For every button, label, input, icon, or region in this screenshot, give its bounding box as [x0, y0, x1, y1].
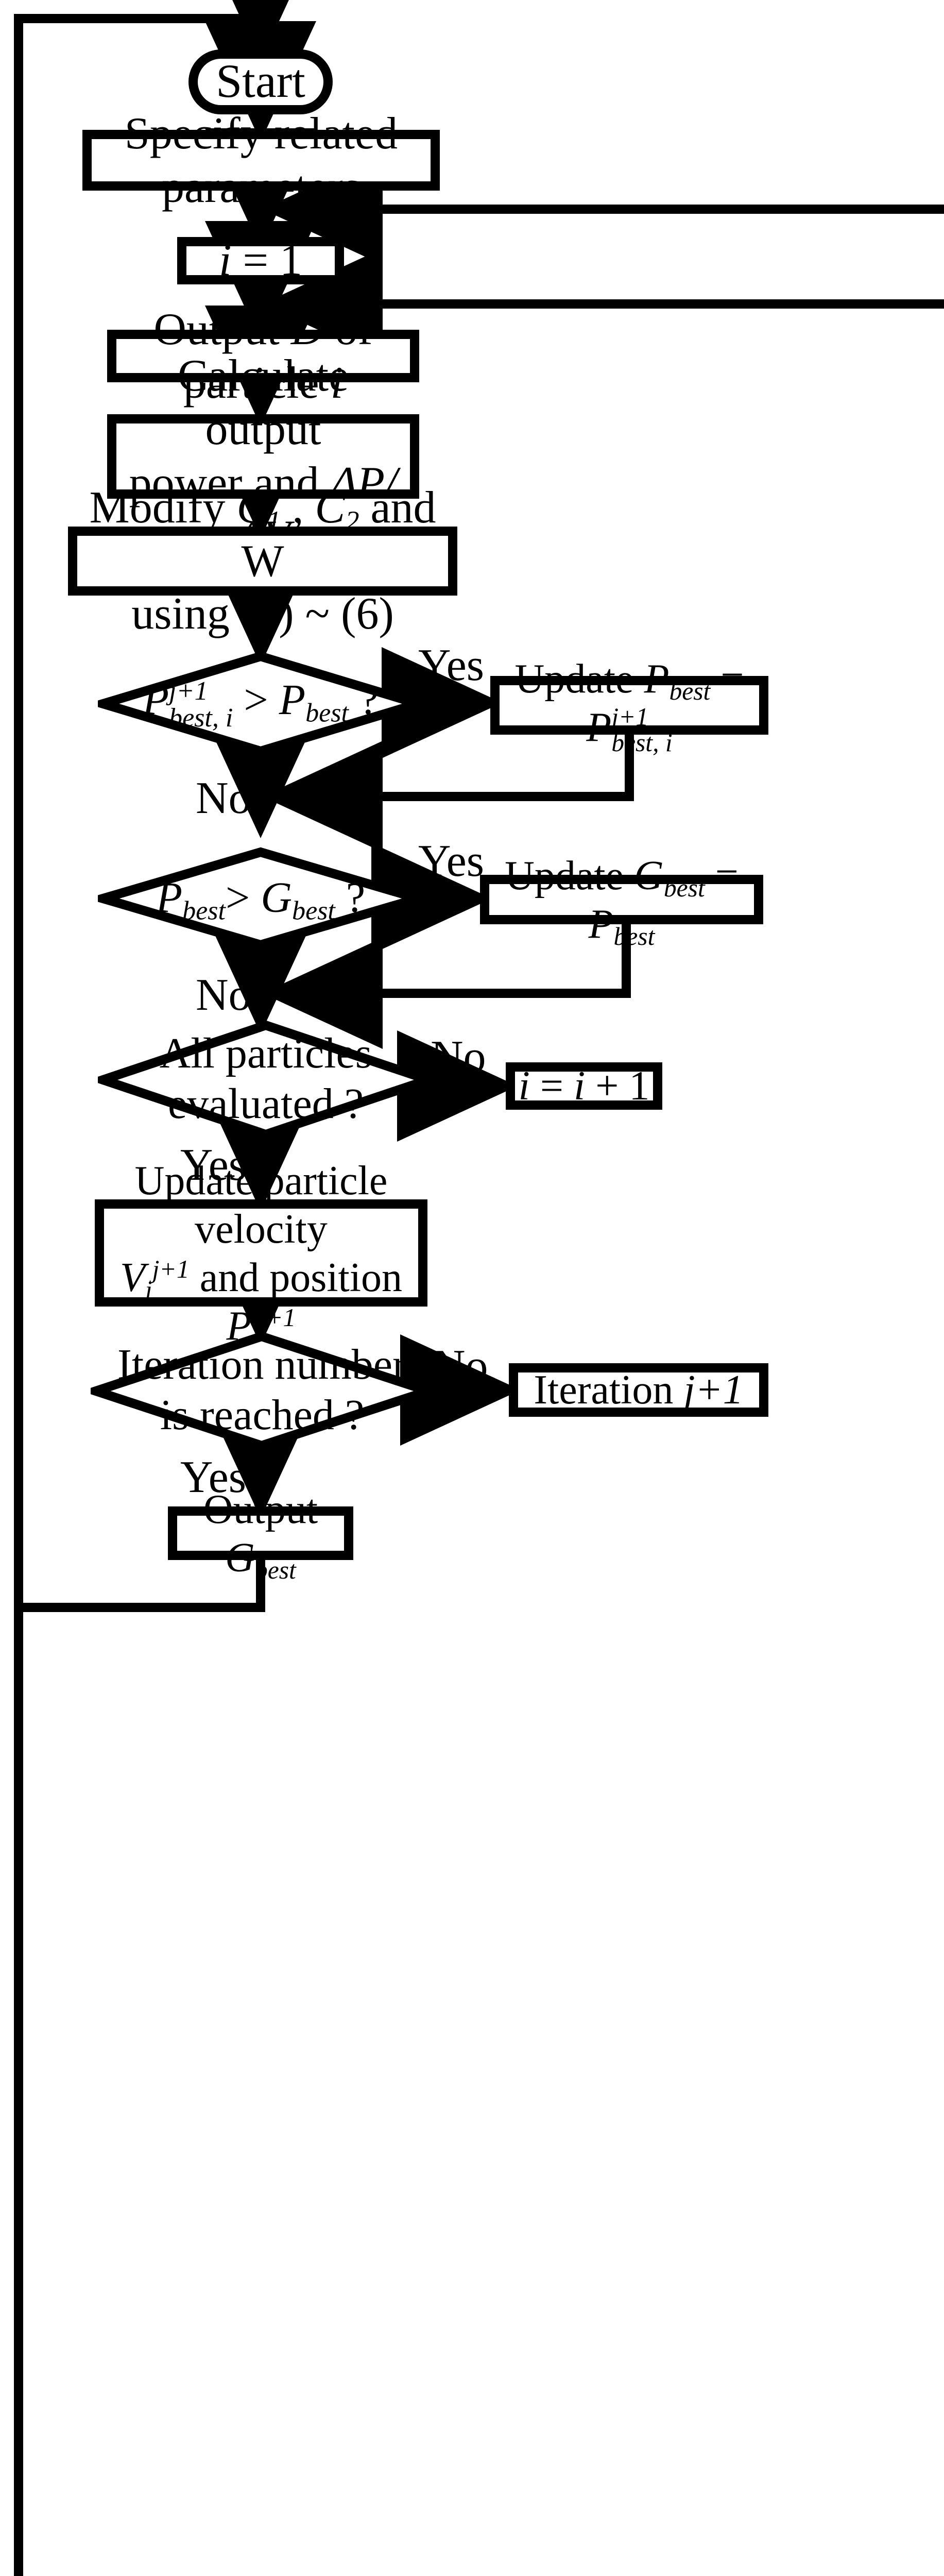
node-update-pbest: Update Pbest = Pj+1 best, i — [490, 655, 768, 756]
node-decision-pbest: Pj+1 best, i > Pbest ? — [98, 651, 423, 756]
edge-label-no-gbest: No — [196, 970, 251, 1020]
node-decision-pbest-label: Pj+1 best, i > Pbest ? — [142, 675, 379, 733]
node-specify-label: Specify related parameters — [124, 108, 398, 212]
node-output-gbest: Output Gbest — [168, 1486, 353, 1584]
edge-label-yes-all: Yes — [180, 1140, 247, 1190]
node-iteration-next: Iteration j+1 — [509, 1363, 768, 1417]
node-increment-i-label: i = i + 1 — [518, 1062, 650, 1109]
node-modify-coefficients: Modify C1 , C2 and W using (3) ~ (6) — [68, 482, 457, 639]
node-specify-parameters: Specify related parameters — [82, 108, 440, 212]
node-init-i-label: i = 1 — [218, 235, 303, 286]
node-modify-label: Modify C1 , C2 and W using (3) ~ (6) — [89, 482, 436, 639]
node-start: Start — [188, 49, 333, 114]
node-increment-i: i = i + 1 — [506, 1062, 662, 1110]
node-update-velocity: Update particle velocity Vij+1 and posit… — [95, 1157, 427, 1352]
edge-label-no-iter: No — [433, 1341, 488, 1391]
node-update-pbest-label: Update Pbest = Pj+1 best, i — [514, 655, 744, 757]
edge-label-yes-gbest: Yes — [418, 836, 485, 886]
node-update-velocity-label: Update particle velocity Vij+1 and posit… — [119, 1157, 403, 1352]
edge-label-no-pbest: No — [196, 773, 251, 823]
edge-label-yes-iter: Yes — [180, 1452, 247, 1502]
node-decision-all-particles-label: All particles evaluated ? — [159, 1030, 372, 1128]
flowchart-canvas: Start Specify related parameters i = 1 O… — [0, 0, 944, 2576]
node-decision-all-particles: All particles evaluated ? — [98, 1020, 434, 1140]
node-decision-iteration: Iteration number is reached ? — [91, 1331, 434, 1451]
node-start-label: Start — [216, 55, 305, 108]
node-decision-gbest: Pbest> Gbest ? — [98, 847, 423, 950]
edge-label-yes-pbest: Yes — [418, 640, 485, 690]
node-update-gbest: Update Gbest = Pbest — [480, 852, 763, 950]
node-update-gbest-label: Update Gbest = Pbest — [505, 852, 739, 951]
node-iteration-next-label: Iteration j+1 — [534, 1366, 744, 1413]
edge-label-no-all: No — [431, 1031, 486, 1082]
node-init-i: i = 1 — [177, 235, 344, 286]
node-decision-iteration-label: Iteration number is reached ? — [117, 1342, 407, 1439]
node-decision-gbest-label: Pbest> Gbest ? — [156, 874, 366, 925]
